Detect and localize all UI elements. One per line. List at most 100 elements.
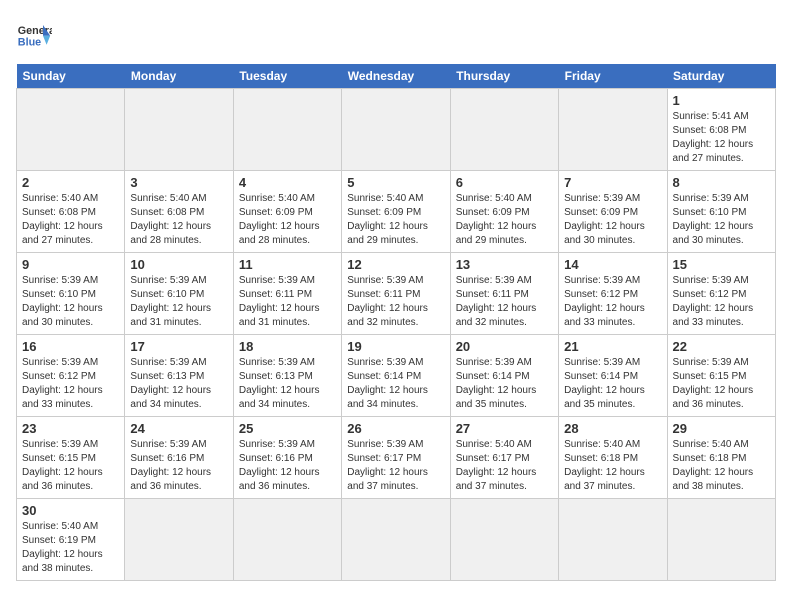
calendar-table: SundayMondayTuesdayWednesdayThursdayFrid… — [16, 64, 776, 581]
day-info: Sunrise: 5:39 AM Sunset: 6:11 PM Dayligh… — [239, 274, 336, 330]
header-thursday: Thursday — [450, 64, 558, 89]
day-number: 19 — [347, 339, 444, 354]
day-number: 22 — [673, 339, 770, 354]
day-number: 21 — [564, 339, 661, 354]
header-wednesday: Wednesday — [342, 64, 450, 89]
calendar-cell: 30 Sunrise: 5:40 AM Sunset: 6:19 PM Dayli… — [17, 499, 125, 581]
calendar-cell — [450, 89, 558, 171]
day-info: Sunrise: 5:40 AM Sunset: 6:09 PM Dayligh… — [347, 192, 444, 248]
day-number: 26 — [347, 421, 444, 436]
calendar-cell: 5Sunrise: 5:40 AM Sunset: 6:09 PM Daylig… — [342, 171, 450, 253]
calendar-cell: 12 Sunrise: 5:39 AM Sunset: 6:11 PM Dayli… — [342, 253, 450, 335]
calendar-cell: 28Sunrise: 5:40 AM Sunset: 6:18 PM Dayli… — [559, 417, 667, 499]
day-info: Sunrise: 5:39 AM Sunset: 6:13 PM Dayligh… — [239, 356, 336, 412]
day-info: Sunrise: 5:39 AM Sunset: 6:12 PM Dayligh… — [22, 356, 119, 412]
day-info: Sunrise: 5:40 AM Sunset: 6:09 PM Dayligh… — [239, 192, 336, 248]
logo: General Blue — [16, 16, 52, 52]
day-info: Sunrise: 5:39 AM Sunset: 6:12 PM Dayligh… — [673, 274, 770, 330]
day-info: Sunrise: 5:39 AM Sunset: 6:10 PM Dayligh… — [673, 192, 770, 248]
calendar-cell — [667, 499, 775, 581]
calendar-week-2: 9 Sunrise: 5:39 AM Sunset: 6:10 PM Daylig… — [17, 253, 776, 335]
day-info: Sunrise: 5:39 AM Sunset: 6:14 PM Dayligh… — [564, 356, 661, 412]
day-info: Sunrise: 5:40 AM Sunset: 6:18 PM Dayligh… — [673, 438, 770, 494]
day-info: Sunrise: 5:40 AM Sunset: 6:19 PM Dayligh… — [22, 520, 119, 576]
day-info: Sunrise: 5:39 AM Sunset: 6:15 PM Dayligh… — [22, 438, 119, 494]
calendar-week-4: 23Sunrise: 5:39 AM Sunset: 6:15 PM Dayli… — [17, 417, 776, 499]
day-info: Sunrise: 5:39 AM Sunset: 6:11 PM Dayligh… — [347, 274, 444, 330]
day-number: 30 — [22, 503, 119, 518]
calendar-cell: 9Sunrise: 5:39 AM Sunset: 6:10 PM Daylig… — [17, 253, 125, 335]
calendar-week-3: 16 Sunrise: 5:39 AM Sunset: 6:12 PM Dayli… — [17, 335, 776, 417]
calendar-cell — [125, 499, 233, 581]
calendar-cell: 19 Sunrise: 5:39 AM Sunset: 6:14 PM Dayli… — [342, 335, 450, 417]
day-number: 11 — [239, 257, 336, 272]
calendar-cell — [342, 89, 450, 171]
calendar-cell: 1 Sunrise: 5:41 AM Sunset: 6:08 PM Daylig… — [667, 89, 775, 171]
day-info: Sunrise: 5:39 AM Sunset: 6:13 PM Dayligh… — [130, 356, 227, 412]
day-number: 6 — [456, 175, 553, 190]
calendar-cell: 25Sunrise: 5:39 AM Sunset: 6:16 PM Dayli… — [233, 417, 341, 499]
day-number: 17 — [130, 339, 227, 354]
day-number: 4 — [239, 175, 336, 190]
header-friday: Friday — [559, 64, 667, 89]
calendar-cell: 26Sunrise: 5:39 AM Sunset: 6:17 PM Dayli… — [342, 417, 450, 499]
day-number: 13 — [456, 257, 553, 272]
calendar-cell: 29 Sunrise: 5:40 AM Sunset: 6:18 PM Dayli… — [667, 417, 775, 499]
day-number: 2 — [22, 175, 119, 190]
calendar-cell: 4 Sunrise: 5:40 AM Sunset: 6:09 PM Daylig… — [233, 171, 341, 253]
calendar-cell: 10 Sunrise: 5:39 AM Sunset: 6:10 PM Dayli… — [125, 253, 233, 335]
calendar-cell: 11 Sunrise: 5:39 AM Sunset: 6:11 PM Dayli… — [233, 253, 341, 335]
page-header: General Blue — [16, 16, 776, 52]
day-number: 24 — [130, 421, 227, 436]
header-sunday: Sunday — [17, 64, 125, 89]
day-info: Sunrise: 5:39 AM Sunset: 6:14 PM Dayligh… — [347, 356, 444, 412]
calendar-cell — [125, 89, 233, 171]
calendar-cell: 27 Sunrise: 5:40 AM Sunset: 6:17 PM Dayli… — [450, 417, 558, 499]
calendar-cell: 22 Sunrise: 5:39 AM Sunset: 6:15 PM Dayli… — [667, 335, 775, 417]
calendar-cell — [233, 89, 341, 171]
header-saturday: Saturday — [667, 64, 775, 89]
day-number: 27 — [456, 421, 553, 436]
day-info: Sunrise: 5:39 AM Sunset: 6:10 PM Dayligh… — [130, 274, 227, 330]
calendar-cell: 13 Sunrise: 5:39 AM Sunset: 6:11 PM Dayli… — [450, 253, 558, 335]
day-number: 10 — [130, 257, 227, 272]
day-number: 16 — [22, 339, 119, 354]
day-info: Sunrise: 5:40 AM Sunset: 6:09 PM Dayligh… — [456, 192, 553, 248]
calendar-week-0: 1 Sunrise: 5:41 AM Sunset: 6:08 PM Daylig… — [17, 89, 776, 171]
calendar-cell — [450, 499, 558, 581]
day-number: 29 — [673, 421, 770, 436]
day-number: 15 — [673, 257, 770, 272]
calendar-cell: 7Sunrise: 5:39 AM Sunset: 6:09 PM Daylig… — [559, 171, 667, 253]
day-number: 28 — [564, 421, 661, 436]
day-number: 12 — [347, 257, 444, 272]
day-info: Sunrise: 5:39 AM Sunset: 6:16 PM Dayligh… — [239, 438, 336, 494]
day-number: 3 — [130, 175, 227, 190]
calendar-week-1: 2Sunrise: 5:40 AM Sunset: 6:08 PM Daylig… — [17, 171, 776, 253]
calendar-cell: 16 Sunrise: 5:39 AM Sunset: 6:12 PM Dayli… — [17, 335, 125, 417]
day-info: Sunrise: 5:39 AM Sunset: 6:16 PM Dayligh… — [130, 438, 227, 494]
calendar-cell — [17, 89, 125, 171]
day-info: Sunrise: 5:40 AM Sunset: 6:17 PM Dayligh… — [456, 438, 553, 494]
calendar-cell: 8 Sunrise: 5:39 AM Sunset: 6:10 PM Daylig… — [667, 171, 775, 253]
calendar-cell: 6 Sunrise: 5:40 AM Sunset: 6:09 PM Daylig… — [450, 171, 558, 253]
calendar-cell: 20Sunrise: 5:39 AM Sunset: 6:14 PM Dayli… — [450, 335, 558, 417]
calendar-cell: 2Sunrise: 5:40 AM Sunset: 6:08 PM Daylig… — [17, 171, 125, 253]
calendar-cell — [559, 499, 667, 581]
logo-icon: General Blue — [16, 16, 52, 52]
calendar-cell — [342, 499, 450, 581]
day-number: 8 — [673, 175, 770, 190]
calendar-body: 1 Sunrise: 5:41 AM Sunset: 6:08 PM Daylig… — [17, 89, 776, 581]
day-info: Sunrise: 5:39 AM Sunset: 6:11 PM Dayligh… — [456, 274, 553, 330]
calendar-cell: 15 Sunrise: 5:39 AM Sunset: 6:12 PM Dayli… — [667, 253, 775, 335]
day-number: 1 — [673, 93, 770, 108]
calendar-cell: 24 Sunrise: 5:39 AM Sunset: 6:16 PM Dayli… — [125, 417, 233, 499]
calendar-cell: 18Sunrise: 5:39 AM Sunset: 6:13 PM Dayli… — [233, 335, 341, 417]
calendar-week-5: 30 Sunrise: 5:40 AM Sunset: 6:19 PM Dayli… — [17, 499, 776, 581]
calendar-cell: 21 Sunrise: 5:39 AM Sunset: 6:14 PM Dayli… — [559, 335, 667, 417]
day-info: Sunrise: 5:41 AM Sunset: 6:08 PM Dayligh… — [673, 110, 770, 166]
day-number: 7 — [564, 175, 661, 190]
day-number: 9 — [22, 257, 119, 272]
calendar-header-row: SundayMondayTuesdayWednesdayThursdayFrid… — [17, 64, 776, 89]
day-number: 20 — [456, 339, 553, 354]
day-info: Sunrise: 5:39 AM Sunset: 6:15 PM Dayligh… — [673, 356, 770, 412]
